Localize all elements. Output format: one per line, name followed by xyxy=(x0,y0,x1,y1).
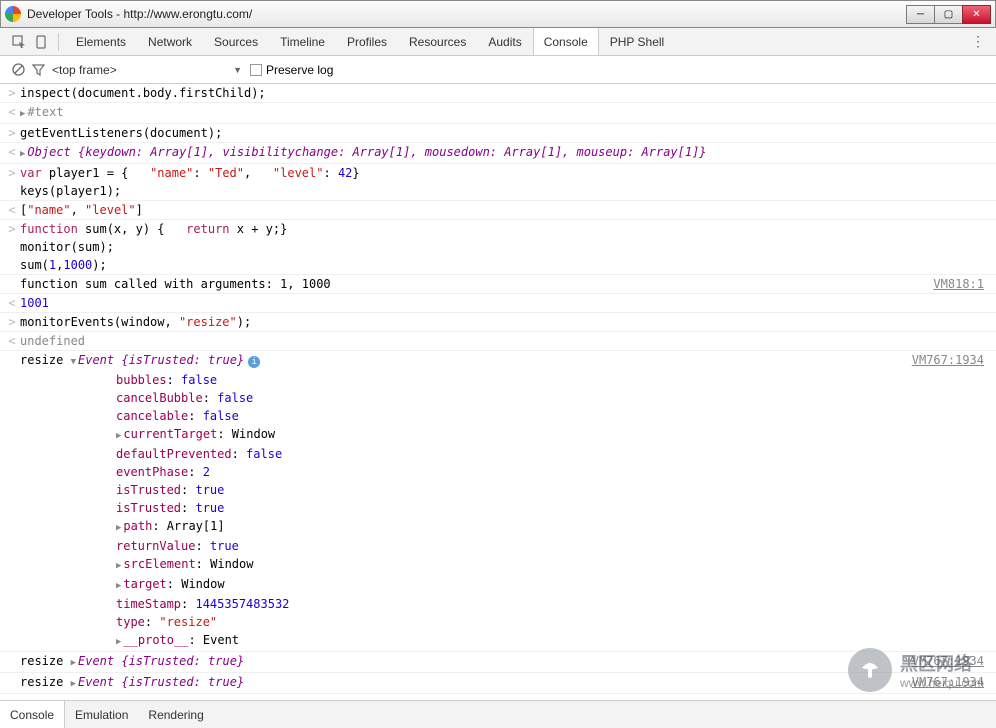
titlebar: Developer Tools - http://www.erongtu.com… xyxy=(0,0,996,28)
close-button[interactable]: ✕ xyxy=(962,5,991,24)
more-icon[interactable]: ⋮ xyxy=(968,33,988,50)
console-content: var player1 = { "name": "Ted", "level": … xyxy=(20,164,992,200)
console-row: >var player1 = { "name": "Ted", "level":… xyxy=(0,164,996,201)
console-content: monitorEvents(window, "resize"); xyxy=(20,313,992,331)
console-content: ["name", "level"] xyxy=(20,201,992,219)
console-content: ▶Object {keydown: Array[1], visibilitych… xyxy=(20,143,992,163)
blank-marker xyxy=(4,275,20,293)
blank-marker xyxy=(4,694,20,696)
console-row: >inspect(document.body.firstChild); xyxy=(0,84,996,103)
device-icon[interactable] xyxy=(30,35,52,49)
source-link[interactable]: VM767:1934 xyxy=(912,351,992,651)
drawer-tab-rendering[interactable]: Rendering xyxy=(138,701,213,728)
tab-php-shell[interactable]: PHP Shell xyxy=(599,28,675,55)
minimize-button[interactable]: ─ xyxy=(906,5,935,24)
tab-timeline[interactable]: Timeline xyxy=(269,28,336,55)
blank-marker xyxy=(4,652,20,672)
source-link[interactable]: VM767:1934 xyxy=(912,694,992,696)
tab-network[interactable]: Network xyxy=(137,28,203,55)
tab-resources[interactable]: Resources xyxy=(398,28,477,55)
context-label: <top frame> xyxy=(52,63,117,77)
output-marker: < xyxy=(4,201,20,219)
console-row: <["name", "level"] xyxy=(0,201,996,220)
clear-icon[interactable] xyxy=(8,63,28,76)
console-content: undefined xyxy=(20,332,992,350)
console-output[interactable]: >inspect(document.body.firstChild);<▶#te… xyxy=(0,84,996,696)
mushroom-icon xyxy=(848,648,892,692)
drawer-tab-console[interactable]: Console xyxy=(0,701,65,728)
console-row: <▶#text xyxy=(0,103,996,124)
console-content: inspect(document.body.firstChild); xyxy=(20,84,992,102)
output-marker: < xyxy=(4,332,20,350)
tab-profiles[interactable]: Profiles xyxy=(336,28,398,55)
console-row: resize ▶Event {isTrusted: true}VM767:193… xyxy=(0,673,996,694)
output-marker: < xyxy=(4,103,20,123)
console-content: resize ▶Event {isTrusted: true} xyxy=(20,694,912,696)
console-row: <1001 xyxy=(0,294,996,313)
chevron-down-icon: ▼ xyxy=(233,65,242,75)
tab-console[interactable]: Console xyxy=(533,28,599,55)
console-row: >getEventListeners(document); xyxy=(0,124,996,143)
devtools-toolbar: ElementsNetworkSourcesTimelineProfilesRe… xyxy=(0,28,996,56)
console-row: <undefined xyxy=(0,332,996,351)
input-marker: > xyxy=(4,220,20,274)
console-content: getEventListeners(document); xyxy=(20,124,992,142)
tab-audits[interactable]: Audits xyxy=(477,28,532,55)
console-row: <▶Object {keydown: Array[1], visibilityc… xyxy=(0,143,996,164)
window-title: Developer Tools - http://www.erongtu.com… xyxy=(27,7,907,21)
input-marker: > xyxy=(4,164,20,200)
console-content: function sum(x, y) { return x + y;} moni… xyxy=(20,220,992,274)
inspect-icon[interactable] xyxy=(8,35,30,49)
output-marker: < xyxy=(4,143,20,163)
input-marker: > xyxy=(4,84,20,102)
watermark: 黑区网络 www.heiqu.com xyxy=(848,648,984,692)
tab-sources[interactable]: Sources xyxy=(203,28,269,55)
drawer-tabs: ConsoleEmulationRendering xyxy=(0,700,996,728)
input-marker: > xyxy=(4,124,20,142)
source-link[interactable]: VM818:1 xyxy=(933,275,992,293)
input-marker: > xyxy=(4,313,20,331)
maximize-button[interactable]: ▢ xyxy=(934,5,963,24)
blank-marker xyxy=(4,673,20,693)
preserve-checkbox[interactable] xyxy=(250,64,262,76)
console-content: ▶#text xyxy=(20,103,992,123)
filter-icon[interactable] xyxy=(28,63,48,76)
console-filterbar: <top frame> ▼ Preserve log xyxy=(0,56,996,84)
console-row: >function sum(x, y) { return x + y;} mon… xyxy=(0,220,996,275)
watermark-title: 黑区网络 xyxy=(900,650,984,676)
console-content: resize ▶Event {isTrusted: true} xyxy=(20,652,912,672)
output-marker: < xyxy=(4,294,20,312)
preserve-label: Preserve log xyxy=(266,63,333,77)
console-content: 1001 xyxy=(20,294,992,312)
console-row: function sum called with arguments: 1, 1… xyxy=(0,275,996,294)
console-content: resize ▶Event {isTrusted: true} xyxy=(20,673,912,693)
console-row: >monitorEvents(window, "resize"); xyxy=(0,313,996,332)
window-buttons: ─ ▢ ✕ xyxy=(907,5,991,24)
drawer-tab-emulation[interactable]: Emulation xyxy=(65,701,138,728)
chrome-icon xyxy=(5,6,21,22)
panel-tabs: ElementsNetworkSourcesTimelineProfilesRe… xyxy=(65,28,675,55)
console-content: function sum called with arguments: 1, 1… xyxy=(20,275,933,293)
context-selector[interactable]: <top frame> ▼ xyxy=(52,63,242,77)
console-row: resize ▶Event {isTrusted: true}VM767:193… xyxy=(0,694,996,696)
watermark-url: www.heiqu.com xyxy=(900,676,984,690)
console-row: resize ▼Event {isTrusted: true}ibubbles:… xyxy=(0,351,996,652)
tab-elements[interactable]: Elements xyxy=(65,28,137,55)
console-row: resize ▶Event {isTrusted: true}VM767:193… xyxy=(0,652,996,673)
separator xyxy=(58,33,59,51)
